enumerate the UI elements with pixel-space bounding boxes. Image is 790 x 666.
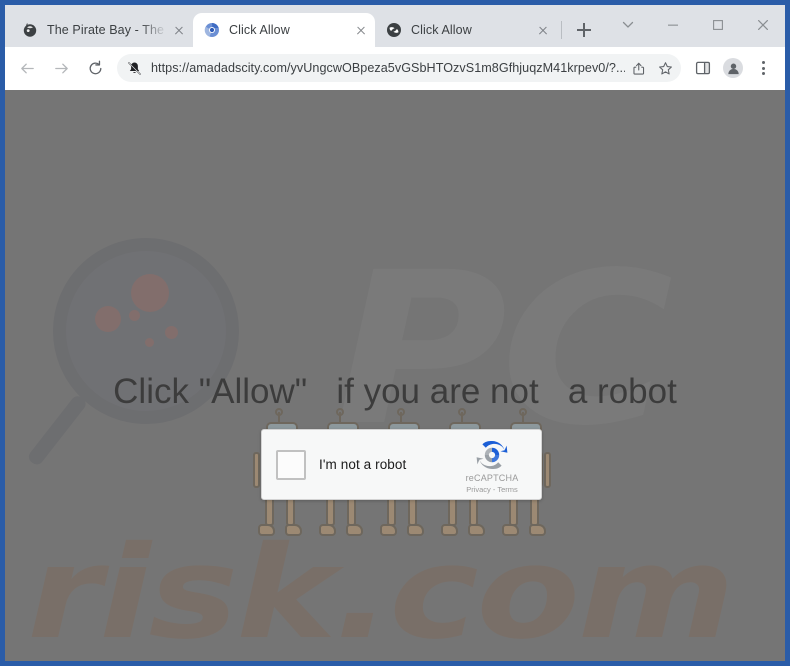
avatar — [723, 58, 743, 78]
tab-strip: The Pirate Bay - The ga Click Allow — [5, 5, 785, 47]
pirate-bay-favicon — [22, 22, 38, 38]
notifications-blocked-icon[interactable] — [123, 57, 145, 79]
browser-tab-title: Click Allow — [229, 23, 290, 37]
recaptcha-branding: reCAPTCHA Privacy - Terms — [449, 435, 541, 494]
recaptcha-terms-links[interactable]: Privacy - Terms — [449, 485, 535, 494]
page-dim-overlay — [5, 90, 785, 661]
close-icon[interactable] — [353, 22, 369, 38]
recaptcha-widget[interactable]: I'm not a robot reCAPTCHA Privacy - Term… — [261, 429, 542, 500]
browser-tab-title: Click Allow — [411, 23, 472, 37]
url-text: https://amadadscity.com/yvUngcwOBpeza5vG… — [151, 60, 625, 75]
tab-search-icon[interactable] — [605, 5, 650, 45]
browser-tab-click-allow[interactable]: Click Allow — [375, 13, 557, 47]
back-icon[interactable] — [13, 54, 41, 82]
three-dots — [761, 61, 765, 75]
recaptcha-logo-icon — [472, 435, 512, 475]
page-viewport: PC risk.com Click "Allow" if you are not… — [5, 90, 785, 661]
recaptcha-checkbox-area[interactable]: I'm not a robot — [262, 449, 449, 480]
close-window-icon[interactable] — [740, 5, 785, 45]
address-bar[interactable]: https://amadadscity.com/yvUngcwOBpeza5vG… — [117, 54, 681, 82]
chrome-menu-icon[interactable] — [749, 54, 777, 82]
close-icon[interactable] — [171, 22, 187, 38]
new-tab-button[interactable] — [570, 16, 598, 44]
dark-globe-favicon — [386, 22, 402, 38]
recaptcha-checkbox[interactable] — [276, 449, 306, 480]
tab-separator — [561, 21, 562, 39]
close-icon[interactable] — [535, 22, 551, 38]
forward-icon[interactable] — [47, 54, 75, 82]
share-icon[interactable] — [627, 56, 651, 80]
browser-tab-pirate-bay[interactable]: The Pirate Bay - The ga — [11, 13, 193, 47]
browser-window: The Pirate Bay - The ga Click Allow — [0, 0, 790, 666]
browser-toolbar: https://amadadscity.com/yvUngcwOBpeza5vG… — [5, 47, 785, 90]
minimize-icon[interactable] — [650, 5, 695, 45]
browser-tab-title: The Pirate Bay - The ga — [47, 23, 167, 37]
reload-icon[interactable] — [81, 54, 109, 82]
window-controls — [605, 5, 785, 45]
chrome-swirl-favicon — [204, 22, 220, 38]
profile-avatar[interactable] — [719, 54, 747, 82]
recaptcha-checkbox-label: I'm not a robot — [319, 457, 407, 472]
omnibox-actions — [625, 56, 677, 80]
recaptcha-brand-label: reCAPTCHA — [465, 473, 519, 483]
browser-tab-click-allow-active[interactable]: Click Allow — [193, 13, 375, 47]
bookmark-star-icon[interactable] — [653, 56, 677, 80]
side-panel-icon[interactable] — [689, 54, 717, 82]
maximize-icon[interactable] — [695, 5, 740, 45]
